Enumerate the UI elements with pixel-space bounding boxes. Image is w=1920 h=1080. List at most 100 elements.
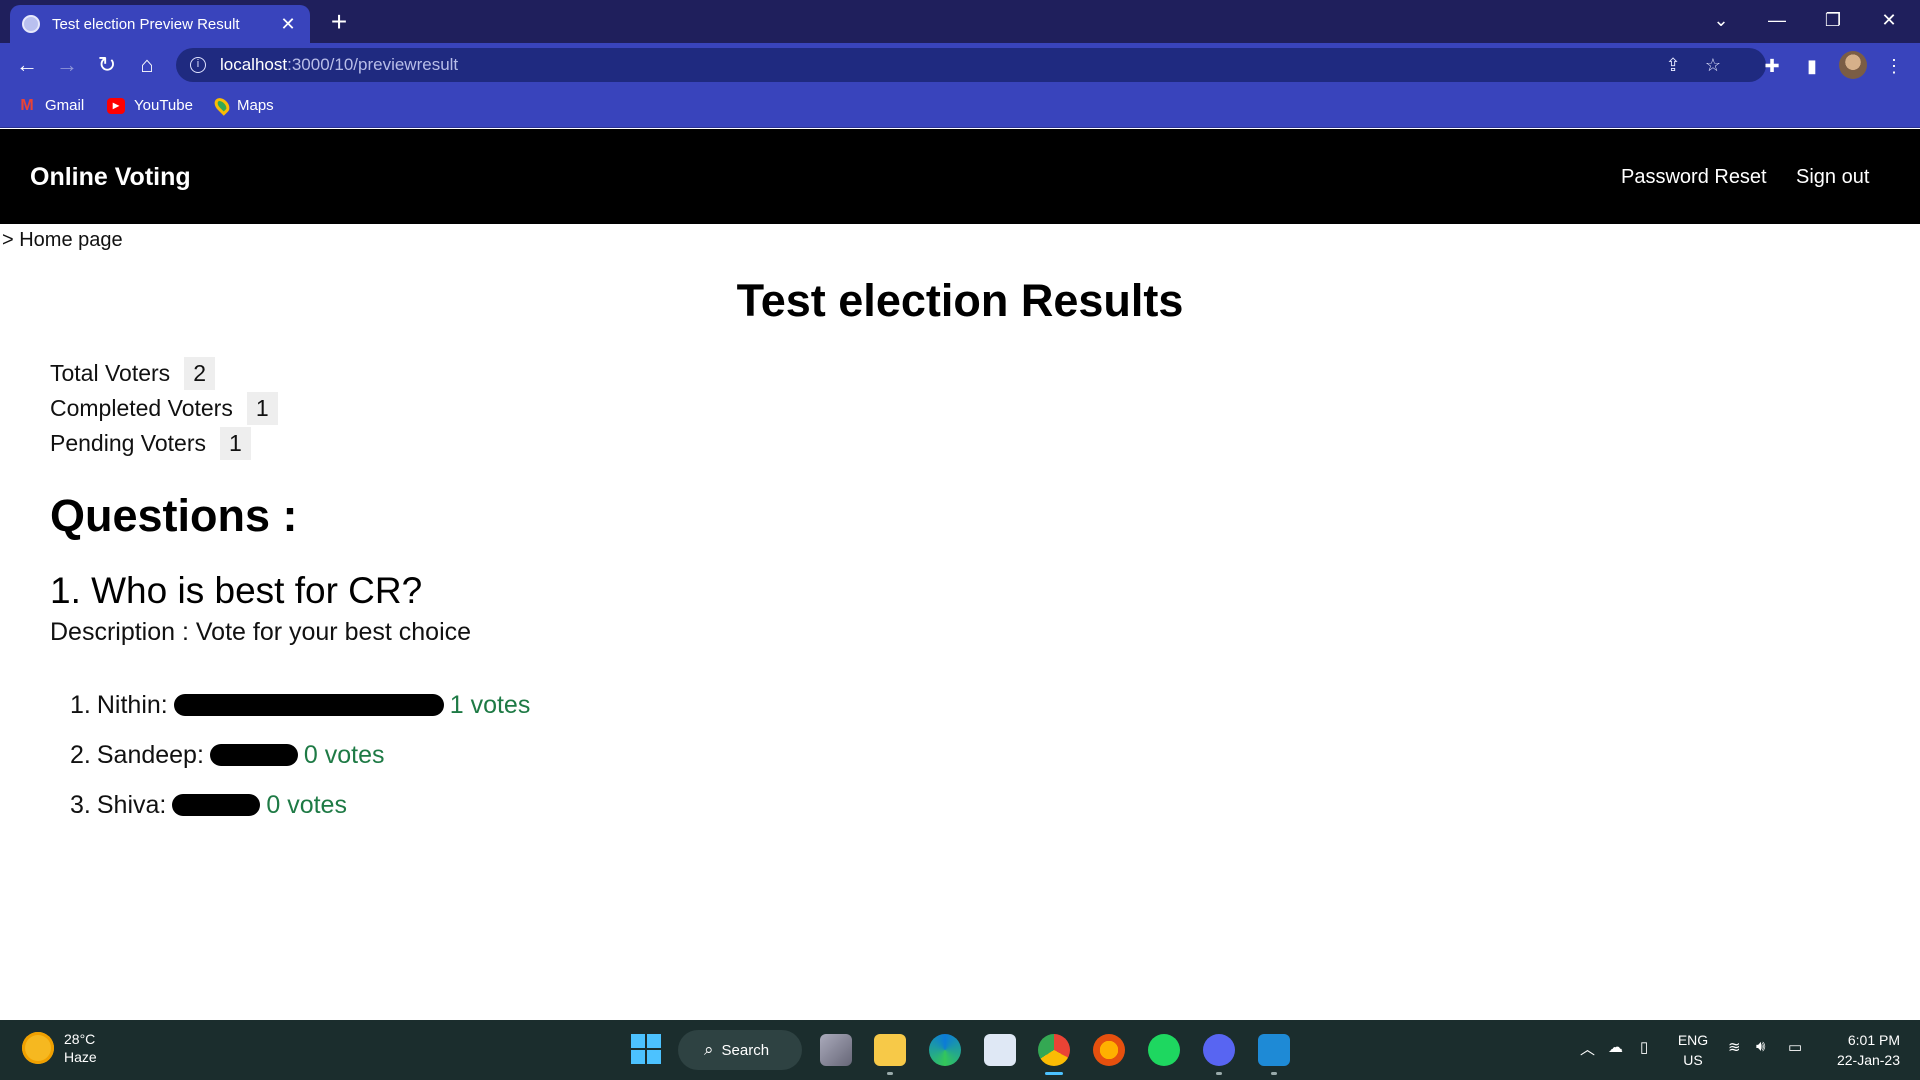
brand-link[interactable]: Online Voting [30, 163, 191, 192]
extensions-icon[interactable]: ✚ [1757, 51, 1787, 81]
region-code: US [1683, 1052, 1703, 1068]
search-icon: ⌕ [704, 1040, 714, 1059]
youtube-icon: ▶ [107, 97, 125, 114]
option-name: Nithin: [96, 690, 168, 719]
option-votes: 0 votes [266, 790, 347, 819]
weather-condition: Haze [64, 1049, 97, 1065]
bookmark-label: Gmail [45, 97, 85, 114]
browser-toolbar: ← → ↻ ⌂ i localhost:3000/10/previewresul… [0, 43, 1920, 88]
stat-label: Completed Voters [50, 395, 233, 421]
bookmark-youtube[interactable]: ▶ YouTube [107, 97, 193, 114]
edge-icon[interactable] [929, 1034, 961, 1066]
questions-heading: Questions : [50, 490, 298, 541]
vscode-icon[interactable] [1258, 1034, 1290, 1066]
page-title: Test election Results [736, 275, 1184, 326]
maps-pin-icon [211, 95, 233, 116]
windows-start-icon[interactable] [631, 1034, 661, 1064]
option-item: 3. Shiva: 0 votes [70, 780, 530, 830]
weather-widget[interactable]: 28°C Haze [22, 1030, 97, 1066]
option-item: 1. Nithin: 1 votes [70, 680, 530, 730]
side-panel-icon[interactable]: ▮ [1797, 51, 1827, 81]
vote-progress-bar [209, 744, 298, 766]
reload-icon[interactable]: ↻ [91, 49, 123, 81]
option-votes: 1 votes [449, 690, 531, 719]
running-indicator [887, 1072, 893, 1075]
stat-total-voters: Total Voters 2 [50, 356, 278, 391]
bookmark-star-icon[interactable]: ☆ [1702, 54, 1724, 76]
option-votes: 0 votes [303, 740, 385, 769]
system-clock[interactable]: 6:01 PM 22-Jan-23 [1820, 1030, 1900, 1070]
bookmark-maps[interactable]: Maps [211, 95, 274, 116]
restore-icon[interactable]: ❐ [1805, 0, 1861, 40]
search-label: Search [721, 1041, 770, 1059]
stat-label: Total Voters [50, 360, 171, 386]
minimize-icon[interactable]: — [1749, 0, 1805, 40]
clock-time: 6:01 PM [1847, 1032, 1900, 1048]
tab-strip: Test election Preview Result ✕ + ⌄ — ❐ ✕ [0, 0, 1920, 43]
menu-kebab-icon[interactable]: ⋮ [1879, 51, 1909, 81]
home-icon[interactable]: ⌂ [131, 49, 163, 81]
globe-icon [22, 15, 40, 33]
address-bar[interactable]: i localhost:3000/10/previewresult ⇪ ☆ [176, 48, 1766, 82]
volume-icon[interactable]: 🔊︎ [1756, 1038, 1765, 1055]
usb-device-icon[interactable]: ▯ [1640, 1038, 1648, 1056]
close-window-icon[interactable]: ✕ [1861, 0, 1917, 40]
vote-progress-bar [173, 694, 444, 716]
app-navbar: Online Voting Password Reset Sign out [0, 129, 1920, 224]
spotify-icon[interactable] [1148, 1034, 1180, 1066]
lang-code: ENG [1677, 1032, 1709, 1048]
bookmarks-bar: M Gmail ▶ YouTube Maps [0, 88, 1920, 128]
forward-arrow-icon[interactable]: → [51, 49, 83, 81]
show-hidden-icons-chevron-icon[interactable]: ︿ [1580, 1038, 1595, 1059]
input-language-indicator[interactable]: ENG US [1673, 1030, 1713, 1070]
onedrive-error-icon[interactable]: ☁ [1608, 1038, 1623, 1056]
haze-sun-icon [22, 1032, 54, 1064]
bookmark-gmail[interactable]: M Gmail [18, 96, 85, 115]
browser-tab[interactable]: Test election Preview Result ✕ [10, 5, 310, 43]
file-explorer-icon[interactable] [874, 1034, 906, 1066]
voter-stats: Total Voters 2 Completed Voters 1 Pendin… [50, 356, 278, 461]
options-list: 1. Nithin: 1 votes 2. Sandeep: 0 votes 3… [70, 680, 530, 830]
share-icon[interactable]: ⇪ [1662, 54, 1684, 76]
new-tab-button[interactable]: + [325, 8, 353, 36]
option-number: 1. [70, 690, 91, 719]
profile-avatar[interactable] [1839, 51, 1867, 79]
url-path: :3000/10/previewresult [287, 55, 459, 74]
home-page-link[interactable]: > Home page [2, 229, 123, 252]
gmail-icon: M [20, 96, 34, 114]
back-arrow-icon[interactable]: ← [11, 49, 43, 81]
tab-title: Test election Preview Result [52, 15, 240, 33]
stat-completed-voters: Completed Voters 1 [50, 391, 278, 426]
stat-pending-voters: Pending Voters 1 [50, 426, 278, 461]
option-number: 3. [70, 790, 91, 819]
task-view-icon[interactable] [820, 1034, 852, 1066]
stat-value-badge: 1 [246, 392, 278, 425]
wifi-icon[interactable]: ≋ [1728, 1038, 1741, 1056]
chrome-icon[interactable] [1038, 1034, 1070, 1066]
firefox-icon[interactable] [1093, 1034, 1125, 1066]
sign-out-link[interactable]: Sign out [1796, 166, 1869, 189]
tab-search-chevron-icon[interactable]: ⌄ [1693, 0, 1749, 40]
running-indicator [1271, 1072, 1277, 1075]
question-title: 1. Who is best for CR? [50, 570, 423, 611]
bookmark-label: YouTube [134, 97, 193, 114]
site-info-icon[interactable]: i [190, 57, 206, 73]
active-app-indicator [1045, 1072, 1063, 1075]
bookmark-label: Maps [237, 97, 274, 114]
clock-date: 22-Jan-23 [1836, 1052, 1900, 1068]
stat-value-badge: 2 [184, 357, 215, 390]
option-name: Shiva: [96, 790, 167, 819]
taskbar-search-button[interactable]: ⌕ Search [678, 1030, 802, 1070]
option-item: 2. Sandeep: 0 votes [70, 730, 530, 780]
stat-label: Pending Voters [50, 430, 207, 456]
close-tab-icon[interactable]: ✕ [278, 14, 298, 34]
microsoft-store-icon[interactable] [984, 1034, 1016, 1066]
battery-icon[interactable]: ▭ [1788, 1038, 1802, 1056]
running-indicator [1216, 1072, 1222, 1075]
stat-value-badge: 1 [220, 427, 251, 460]
question-description: Description : Vote for your best choice [50, 618, 472, 646]
weather-temperature: 28°C [64, 1031, 96, 1047]
password-reset-link[interactable]: Password Reset [1621, 166, 1767, 189]
vote-progress-bar [172, 794, 261, 816]
discord-icon[interactable] [1203, 1034, 1235, 1066]
